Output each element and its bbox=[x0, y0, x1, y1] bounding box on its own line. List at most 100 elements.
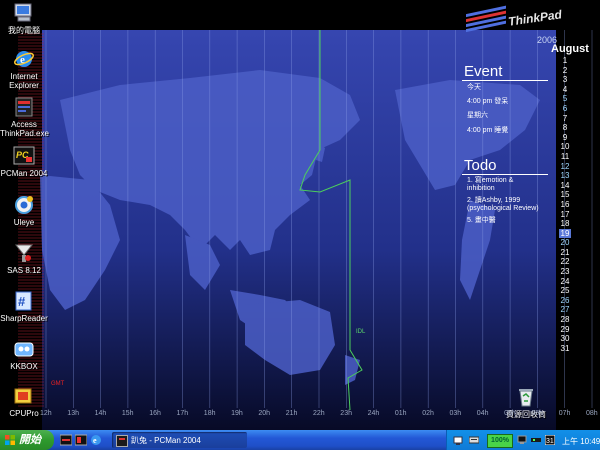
calendar-day: 17 bbox=[560, 209, 570, 219]
display-icon[interactable] bbox=[517, 435, 527, 445]
calendar-day: 4 bbox=[562, 84, 568, 94]
start-label: 開始 bbox=[19, 434, 41, 446]
calendar-day: 27 bbox=[560, 305, 570, 315]
calendar-day: 6 bbox=[562, 103, 568, 113]
internet-explorer-icon: e bbox=[13, 48, 35, 70]
todo-item: 5. 畫中醫 bbox=[467, 217, 496, 224]
event-divider bbox=[462, 80, 548, 81]
calendar-day: 19 bbox=[559, 228, 571, 239]
kkbox-icon bbox=[13, 338, 35, 360]
taskbar-button-label: 趴兔 - PCMan 2004 bbox=[131, 436, 201, 445]
thinkpad-logo: ThinkPad bbox=[462, 5, 563, 33]
calendar-day: 20 bbox=[560, 238, 570, 248]
event-item: 今天 bbox=[467, 84, 481, 91]
recycle-bin-icon bbox=[515, 386, 537, 408]
ie-quicklaunch-icon[interactable]: e bbox=[90, 434, 102, 446]
ibm-stripes-icon bbox=[466, 5, 506, 33]
calendar-day: 18 bbox=[560, 219, 570, 229]
calendar-tray-icon[interactable]: 31 bbox=[545, 435, 555, 445]
timezone-label: 24h bbox=[367, 410, 380, 417]
eye-icon bbox=[13, 194, 35, 216]
desktop-icon-internet-explorer[interactable]: e Internet Explorer bbox=[0, 48, 48, 90]
todo-item: 2. 讀Ashby, 1999 (psychological Review) bbox=[467, 197, 539, 212]
calendar-day: 30 bbox=[560, 334, 570, 344]
system-tray: 100% 31 上午 10:49 bbox=[446, 430, 600, 450]
timezone-label: 07h bbox=[558, 410, 571, 417]
desktop-icon-kkbox[interactable]: KKBOX bbox=[0, 338, 48, 371]
svg-text:#: # bbox=[18, 294, 26, 309]
event-item: 4:00 pm 睡覺 bbox=[467, 127, 509, 134]
calendar-day: 21 bbox=[560, 247, 570, 257]
event-title: Event bbox=[464, 63, 503, 80]
desktop-icon-access-thinkpad[interactable]: Access ThinkPad.exe bbox=[0, 96, 49, 138]
calendar-day: 1 bbox=[562, 56, 568, 65]
timezone-label: 02h bbox=[422, 410, 434, 417]
calendar-day: 13 bbox=[560, 171, 570, 181]
calendar-day: 10 bbox=[560, 142, 570, 152]
taskbar-button-pcman[interactable]: 趴兔 - PCMan 2004 bbox=[112, 432, 247, 448]
timezone-label: 08h bbox=[586, 410, 598, 417]
network-icon[interactable] bbox=[453, 435, 463, 445]
pcman-icon: PC bbox=[13, 145, 35, 167]
calendar-day: 24 bbox=[560, 276, 570, 286]
timezone-label: 19h bbox=[231, 410, 243, 417]
calendar-day: 5 bbox=[562, 94, 568, 104]
event-item: 星期六 bbox=[467, 112, 488, 119]
timezone-label: 06h bbox=[531, 410, 544, 417]
gmt-label: GMT bbox=[51, 381, 65, 387]
calendar-day: 9 bbox=[562, 132, 568, 142]
cpupro-icon bbox=[13, 385, 35, 407]
pcman-quicklaunch-icon[interactable] bbox=[60, 434, 72, 446]
windows-flag-icon bbox=[5, 435, 15, 445]
battery-indicator[interactable]: 100% bbox=[487, 434, 513, 448]
timezone-label: 20h bbox=[258, 410, 271, 417]
svg-text:e: e bbox=[20, 54, 25, 66]
wireless-icon[interactable] bbox=[531, 435, 541, 445]
media-quicklaunch-icon[interactable] bbox=[75, 434, 87, 446]
calendar-day: 23 bbox=[560, 267, 570, 277]
svg-text:31: 31 bbox=[546, 438, 554, 445]
timezone-label: 16h bbox=[149, 410, 161, 417]
computer-icon bbox=[13, 2, 35, 24]
sas-icon bbox=[13, 242, 35, 264]
timezone-label: 12h bbox=[40, 410, 52, 417]
calendar-day: 15 bbox=[560, 190, 570, 200]
timezone-label: 22h bbox=[313, 410, 325, 417]
clock[interactable]: 上午 10:49 bbox=[562, 436, 600, 447]
calendar-day: 2 bbox=[562, 65, 568, 75]
timezone-label: 14h bbox=[94, 410, 107, 417]
desktop-icon-sharpreader[interactable]: # SharpReader bbox=[0, 290, 48, 323]
timezone-label: 15h bbox=[121, 410, 134, 417]
world-map-wallpaper bbox=[0, 0, 600, 430]
desktop-icon-sas[interactable]: SAS 8.12 bbox=[0, 242, 48, 275]
start-button[interactable]: 開始 bbox=[0, 430, 54, 450]
todo-divider bbox=[462, 174, 548, 175]
thinkpad-brand: ThinkPad bbox=[507, 7, 563, 29]
calendar-day: 14 bbox=[560, 180, 570, 190]
taskbar: 開始 e 趴兔 - PCMan 2004 100% 31 上午 10:49 bbox=[0, 430, 600, 450]
calendar-day: 25 bbox=[560, 286, 570, 296]
calendar-month: August bbox=[551, 43, 589, 55]
todo-title: Todo bbox=[464, 157, 497, 174]
thinkpad-app-icon bbox=[13, 96, 35, 118]
desktop-icon-pcman[interactable]: PC PCMan 2004 bbox=[0, 145, 48, 178]
desktop-icon-my-computer[interactable]: 我的電腦 bbox=[0, 2, 48, 35]
event-item: 4:00 pm 發呆 bbox=[467, 98, 509, 105]
todo-item: 1. 寫emotion & inhibition bbox=[467, 177, 514, 192]
calendar-day: 29 bbox=[560, 324, 570, 334]
calendar-day: 11 bbox=[560, 151, 570, 161]
calendar-day: 12 bbox=[560, 161, 570, 171]
timezone-label: 23h bbox=[340, 410, 352, 417]
timezone-label: 03h bbox=[449, 410, 462, 417]
calendar-day: 16 bbox=[560, 199, 570, 209]
calendar-day: 8 bbox=[562, 123, 568, 133]
keyboard-icon[interactable] bbox=[469, 435, 479, 445]
calendar-day: 7 bbox=[562, 113, 568, 123]
calendar-day: 28 bbox=[560, 315, 570, 325]
calendar-day: 22 bbox=[560, 257, 570, 267]
date-line-label: IDL bbox=[356, 329, 366, 335]
calendar-day: 3 bbox=[562, 75, 568, 85]
timezone-label: 01h bbox=[394, 410, 407, 417]
sharpreader-icon: # bbox=[13, 290, 35, 312]
desktop-icon-uleye[interactable]: Uleye bbox=[0, 194, 48, 227]
